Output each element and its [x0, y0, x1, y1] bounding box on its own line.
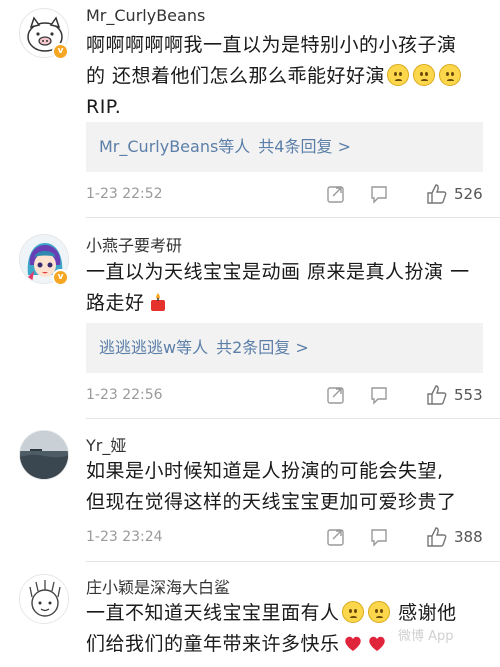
- comment-text-line: RIP.: [86, 96, 122, 118]
- thumbs-up-icon[interactable]: [425, 525, 449, 549]
- like-count: 526: [454, 185, 483, 203]
- sad-face-emoji-icon: [367, 601, 390, 623]
- divider: [86, 217, 500, 218]
- app-watermark: 微博 App: [398, 629, 454, 644]
- sad-face-emoji-icon: [439, 64, 462, 86]
- thumbs-up-icon[interactable]: [425, 383, 449, 407]
- ocean-photo-avatar-icon: [20, 431, 68, 479]
- timestamp: 1-23 23:24: [86, 529, 163, 545]
- verified-badge-icon: v: [52, 43, 69, 60]
- comment-text: 如果是小时候知道是人扮演的可能会失望, 但现在觉得这样的天线宝宝更加可爱珍贵了: [86, 456, 486, 518]
- username[interactable]: Yr_娅: [86, 432, 126, 456]
- comment-meta: 1-23 22:52 526: [86, 182, 486, 206]
- divider: [86, 561, 500, 562]
- reply-summary[interactable]: 逃逃逃逃w等人 共2条回复 >: [86, 323, 483, 373]
- reply-users-link[interactable]: Mr_CurlyBeans等人: [99, 137, 250, 156]
- reply-icon[interactable]: [369, 527, 389, 547]
- reply-users-link[interactable]: 逃逃逃逃w等人: [99, 338, 208, 357]
- like-count: 388: [454, 528, 483, 546]
- sad-face-emoji-icon: [387, 64, 410, 86]
- thumbs-up-icon[interactable]: [425, 182, 449, 206]
- share-icon[interactable]: [326, 385, 346, 405]
- share-icon[interactable]: [326, 527, 346, 547]
- divider: [86, 418, 500, 419]
- share-icon[interactable]: [326, 184, 346, 204]
- avatar[interactable]: [19, 430, 69, 480]
- reply-icon[interactable]: [369, 385, 389, 405]
- username[interactable]: 庄小颖是深海大白鲨: [86, 574, 230, 598]
- comment-text-line: 一直以为天线宝宝是动画 原来是真人扮演 一: [86, 261, 470, 283]
- heart-emoji-icon: [368, 636, 385, 651]
- username[interactable]: Mr_CurlyBeans: [86, 6, 205, 25]
- comment-text-line: 的 还想着他们怎么那么乖能好好演: [86, 65, 386, 87]
- timestamp: 1-23 22:56: [86, 387, 163, 403]
- comment-text-line: 感谢他: [398, 602, 457, 624]
- reply-icon[interactable]: [369, 184, 389, 204]
- comment-text: 一直以为天线宝宝是动画 原来是真人扮演 一 路走好: [86, 257, 486, 319]
- cartoon-avatar-icon: [20, 575, 68, 623]
- reply-count-link[interactable]: 共2条回复 >: [216, 338, 309, 357]
- heart-emoji-icon: [344, 636, 361, 651]
- comment-text-line: 如果是小时候知道是人扮演的可能会失望,: [86, 460, 444, 482]
- comment-text-line: 路走好: [86, 292, 145, 314]
- username[interactable]: 小燕子要考研: [86, 232, 182, 256]
- comment-text-line: 啊啊啊啊啊我一直以为是特别小的小孩子演: [86, 34, 457, 56]
- sad-face-emoji-icon: [413, 64, 436, 86]
- comment-text-line: 们给我们的童年带来许多快乐: [86, 633, 340, 655]
- avatar[interactable]: [19, 574, 69, 624]
- reply-count-link[interactable]: 共4条回复 >: [258, 137, 351, 156]
- comment-meta: 1-23 23:24 388: [86, 525, 486, 549]
- comment-meta: 1-23 22:56 553: [86, 383, 486, 407]
- comment-text-line: 但现在觉得这样的天线宝宝更加可爱珍贵了: [86, 491, 457, 513]
- comment-text: 啊啊啊啊啊我一直以为是特别小的小孩子演 的 还想着他们怎么那么乖能好好演 RIP…: [86, 30, 486, 123]
- sad-face-emoji-icon: [341, 601, 364, 623]
- verified-badge-icon: v: [52, 269, 69, 286]
- comment-text-line: 一直不知道天线宝宝里面有人: [86, 602, 340, 624]
- reply-summary[interactable]: Mr_CurlyBeans等人 共4条回复 >: [86, 122, 483, 172]
- candle-emoji-icon: [150, 293, 165, 311]
- timestamp: 1-23 22:52: [86, 186, 163, 202]
- like-count: 553: [454, 386, 483, 404]
